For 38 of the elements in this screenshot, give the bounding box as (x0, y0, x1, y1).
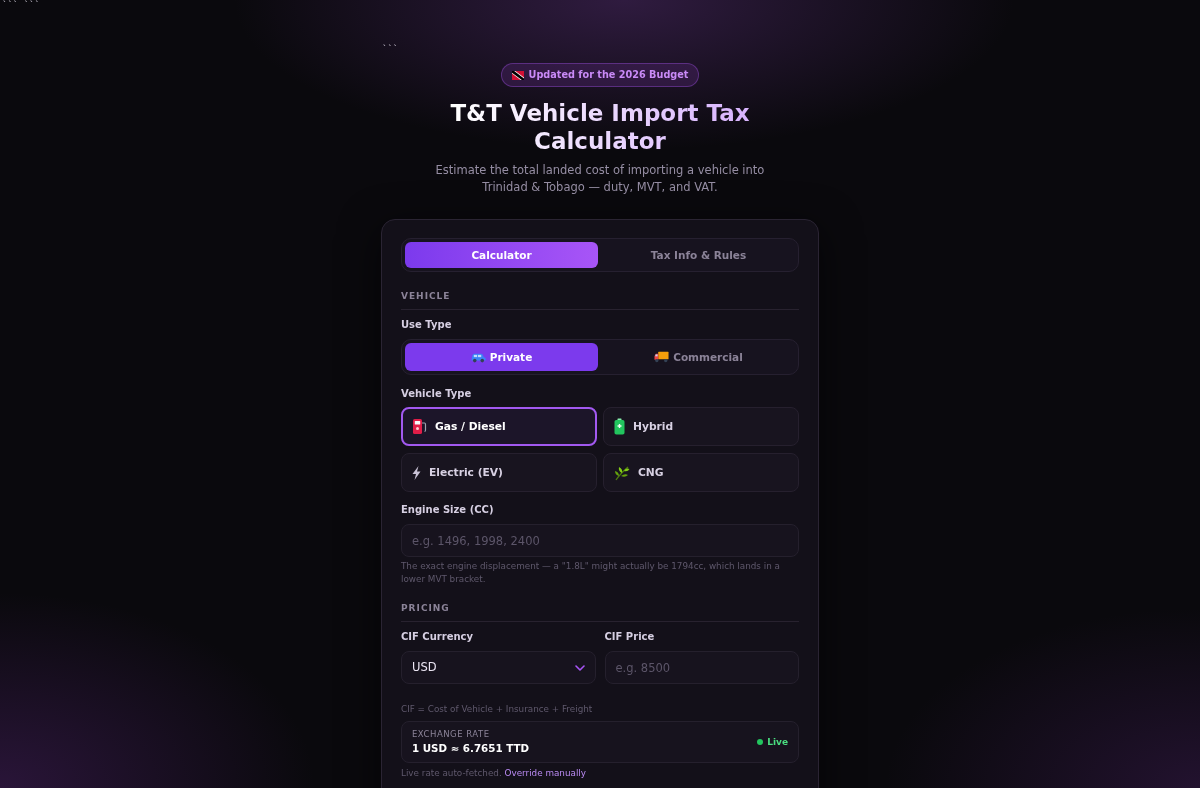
battery-icon (614, 418, 625, 435)
field-label: Vehicle Type (401, 387, 472, 401)
stray-text: ``` (382, 44, 399, 54)
vehicle-type-option[interactable]: Electric (EV) (401, 453, 597, 492)
tab[interactable]: Calculator (405, 242, 598, 268)
truck-icon (654, 351, 670, 363)
lightning-icon (412, 465, 421, 480)
update-notice: Updated for the 2026 Budget (528, 69, 689, 81)
rate-note: Live rate auto-fetched. Override manually (401, 767, 587, 780)
chevron-down-icon (574, 664, 585, 671)
tab[interactable]: Tax Info & Rules (602, 242, 795, 268)
field-label: Use Type (401, 318, 452, 332)
status-dot-icon (757, 739, 764, 745)
live-status: Live (767, 736, 788, 748)
field-label: Engine Size (CC) (401, 503, 494, 517)
exchange-rate-value: 1 USD ≈ 6.7651 TTD (412, 742, 530, 755)
section-heading: PRICING (401, 602, 450, 614)
engine-size-input[interactable]: e.g. 1496, 1998, 2400 (401, 524, 799, 557)
flag-icon (511, 70, 524, 80)
vehicle-type-option[interactable]: CNG (603, 453, 799, 492)
section-heading: VEHICLE (401, 290, 451, 302)
field-hint: The exact engine displacement — a "1.8L" might actually be 1794cc, which lands in a lower MVT bracket. (401, 560, 781, 586)
fuel-pump-icon (412, 418, 427, 435)
use-type-option[interactable]: Commercial (602, 343, 795, 371)
currency-select[interactable]: USD (401, 651, 596, 684)
page-subtitle: Estimate the total landed cost of importing a vehicle into Trinidad & Tobago — duty, MVT, and VAT. (434, 162, 766, 196)
field-label: CIF Price (604, 630, 655, 644)
vehicle-type-option[interactable]: Gas / Diesel (401, 407, 597, 446)
stray-text: ``` ``` (2, 0, 40, 10)
car-icon (470, 351, 486, 363)
leaf-icon (614, 464, 630, 481)
field-hint: CIF = Cost of Vehicle + Insurance + Freight (401, 703, 594, 716)
field-label: CIF Currency (401, 630, 474, 644)
exchange-rate-label: EXCHANGE RATE (412, 729, 490, 740)
vehicle-type-option[interactable]: Hybrid (603, 407, 799, 446)
override-link[interactable]: Override manually (504, 768, 586, 778)
use-type-option[interactable]: Private (405, 343, 598, 371)
cif-price-input[interactable]: e.g. 8500 (604, 651, 799, 684)
